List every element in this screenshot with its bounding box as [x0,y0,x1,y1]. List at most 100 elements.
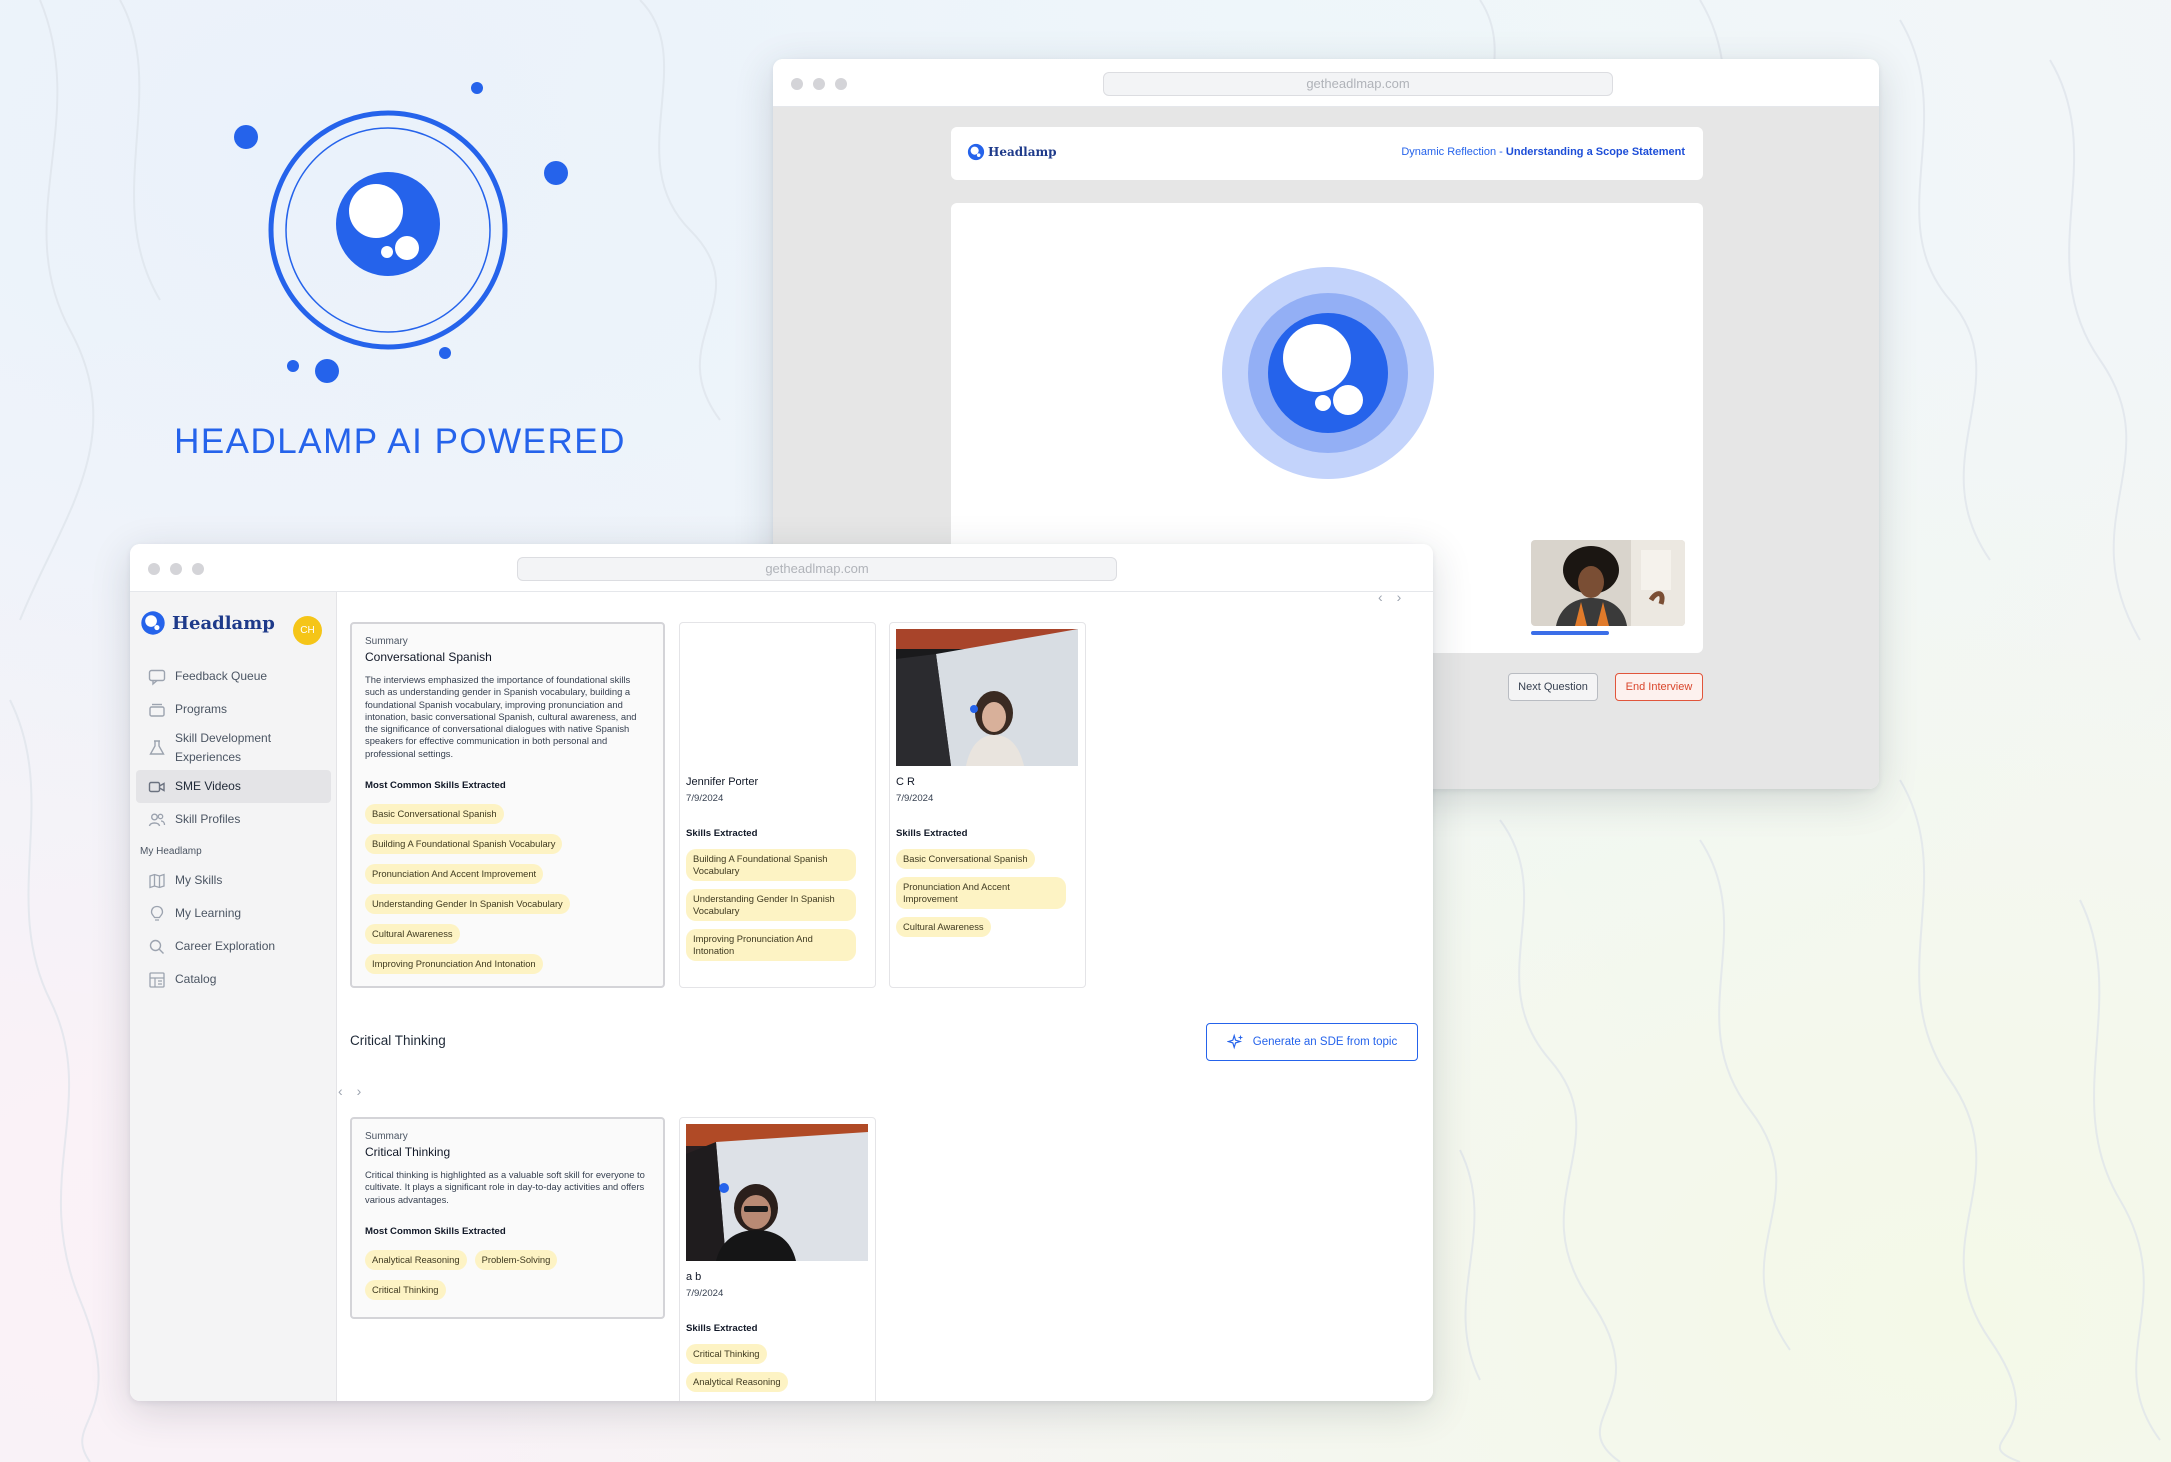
skills-section-label: Skills Extracted [686,1323,758,1334]
end-interview-button[interactable]: End Interview [1615,673,1703,701]
summary-title: Conversational Spanish [365,650,492,664]
interview-header: Headlamp Dynamic Reflection - Understand… [951,127,1703,180]
window-titlebar: getheadlmap.com [130,544,1433,592]
chat-icon [148,669,166,686]
sidebar-item-programs[interactable]: Programs [136,693,331,726]
close-dot[interactable] [148,563,160,575]
summary-caption: Summary [365,636,408,647]
skill-chip[interactable]: Cultural Awareness [365,924,460,945]
sidebar-item-label: Programs [175,702,228,716]
stack-icon [149,703,165,717]
skill-chip[interactable]: Basic Conversational Spanish [896,849,1035,869]
lightbulb-icon [150,905,164,921]
skill-chip[interactable]: Basic Conversational Spanish [365,804,504,825]
maximize-dot[interactable] [192,563,204,575]
window-titlebar: getheadlmap.com [773,59,1879,107]
video-card[interactable]: C R 7/9/2024 Skills Extracted Basic Conv… [889,622,1086,988]
skill-chip[interactable]: Pronunciation And Accent Improvement [896,877,1066,909]
skills-section-label: Skills Extracted [896,828,968,839]
sidebar-item-sme-videos[interactable]: SME Videos [136,770,331,803]
sidebar-item-label: Skill Profiles [175,812,241,826]
skill-chip[interactable]: Building A Foundational Spanish Vocabula… [365,834,563,855]
skill-chip[interactable]: Improving Pronunciation And Intonation [686,929,856,961]
map-icon [149,873,165,888]
skills-section-label: Most Common Skills Extracted [365,780,506,792]
skills-chip-list: Basic Conversational Spanish Building A … [365,804,650,975]
chevron-left-icon[interactable]: ‹ [1378,592,1397,605]
skill-chip[interactable]: Analytical Reasoning [686,1372,788,1392]
sidebar-nav: Feedback Queue Programs Skill Developmen… [130,660,337,996]
video-thumbnail[interactable] [686,1124,868,1261]
skills-chip-list: Building A Foundational Spanish Vocabula… [686,849,871,961]
breadcrumb: Dynamic Reflection - Understanding a Sco… [1401,146,1685,158]
skill-chip[interactable]: Understanding Gender In Spanish Vocabula… [365,894,570,915]
sidebar-item-skill-development-experiences[interactable]: Skill Development Experiences [136,726,331,770]
window-controls[interactable] [148,563,204,575]
flask-icon [149,740,165,755]
address-bar[interactable]: getheadlmap.com [517,557,1117,581]
catalog-icon [149,971,165,988]
skill-chip[interactable]: Building A Foundational Spanish Vocabula… [686,849,856,881]
topic-summary-card[interactable]: Summary Conversational Spanish The inter… [350,622,665,988]
topic-summary-card[interactable]: Summary Critical Thinking Critical think… [350,1117,665,1319]
skill-chip[interactable]: Problem-Solving [474,1249,558,1270]
chevron-left-icon[interactable]: ‹ [338,1083,357,1099]
brand-logo[interactable]: Headlamp [140,610,275,636]
participant-video-thumbnail[interactable] [1531,540,1685,626]
video-card[interactable]: a b 7/9/2024 Skills Extracted Critical T… [679,1117,876,1401]
breadcrumb-parent[interactable]: Dynamic Reflection - [1401,146,1506,158]
skill-chip[interactable]: Improving Pronunciation And Intonation [365,954,543,975]
sparkle-icon [1226,1033,1243,1050]
skill-chip[interactable]: Critical Thinking [686,1344,767,1364]
skill-chip[interactable]: Analytical Reasoning [365,1249,467,1270]
brand-logo[interactable]: Headlamp [967,143,1057,161]
summary-description: Critical thinking is highlighted as a va… [365,1169,645,1205]
brand-name: Headlamp [172,612,275,634]
sidebar-item-career-exploration[interactable]: Career Exploration [136,930,331,963]
video-author: Jennifer Porter [686,776,759,788]
sidebar: Headlamp CH Feedback Queue Programs Skil… [130,592,337,1401]
minimize-dot[interactable] [170,563,182,575]
video-card[interactable]: Jennifer Porter 7/9/2024 Skills Extracte… [679,622,876,988]
video-thumbnail[interactable] [896,629,1078,766]
user-avatar[interactable]: CH [293,616,322,645]
summary-description: The interviews emphasized the importance… [365,674,637,759]
brand-name: Headlamp [988,145,1057,159]
sidebar-item-label: Career Exploration [175,939,276,953]
maximize-dot[interactable] [835,78,847,90]
video-icon [148,781,165,792]
ai-speaking-orb-icon [1222,267,1434,479]
sidebar-item-feedback-queue[interactable]: Feedback Queue [136,660,331,693]
address-bar[interactable]: getheadlmap.com [1103,72,1613,96]
chevron-right-icon[interactable]: › [357,1083,376,1099]
generate-sde-button[interactable]: Generate an SDE from topic [1206,1023,1418,1061]
skill-chip[interactable]: Cultural Awareness [896,917,991,937]
hero-title: HEADLAMP AI POWERED [174,422,626,461]
video-date: 7/9/2024 [686,1288,724,1299]
skill-chip[interactable]: Critical Thinking [365,1279,446,1300]
close-dot[interactable] [791,78,803,90]
users-icon [148,812,166,826]
sidebar-item-label: Feedback Queue [175,669,268,683]
sidebar-section-my-headlamp: My Headlamp [140,846,202,857]
window-controls[interactable] [791,78,847,90]
next-question-button[interactable]: Next Question [1508,673,1598,701]
skill-chip[interactable]: Pronunciation And Accent Improvement [365,864,544,885]
chevron-right-icon[interactable]: › [1397,592,1416,605]
skill-chip[interactable]: Understanding Gender In Spanish Vocabula… [686,889,856,921]
headlamp-hero-logo [234,82,568,383]
sidebar-item-my-learning[interactable]: My Learning [136,897,331,930]
minimize-dot[interactable] [813,78,825,90]
sidebar-item-skill-profiles[interactable]: Skill Profiles [136,803,331,836]
sme-videos-content: ‹› Summary Conversational Spanish The in… [338,592,1433,1401]
video-date: 7/9/2024 [686,793,724,804]
summary-caption: Summary [365,1131,408,1142]
headlamp-logo-icon [141,611,165,635]
summary-title: Critical Thinking [365,1145,451,1159]
generate-sde-label: Generate an SDE from topic [1252,1036,1398,1048]
sidebar-item-catalog[interactable]: Catalog [136,963,331,996]
video-date: 7/9/2024 [896,793,934,804]
sidebar-item-my-skills[interactable]: My Skills [136,864,331,897]
skills-section-label: Most Common Skills Extracted [365,1225,506,1237]
sidebar-item-label: SME Videos [175,779,241,793]
